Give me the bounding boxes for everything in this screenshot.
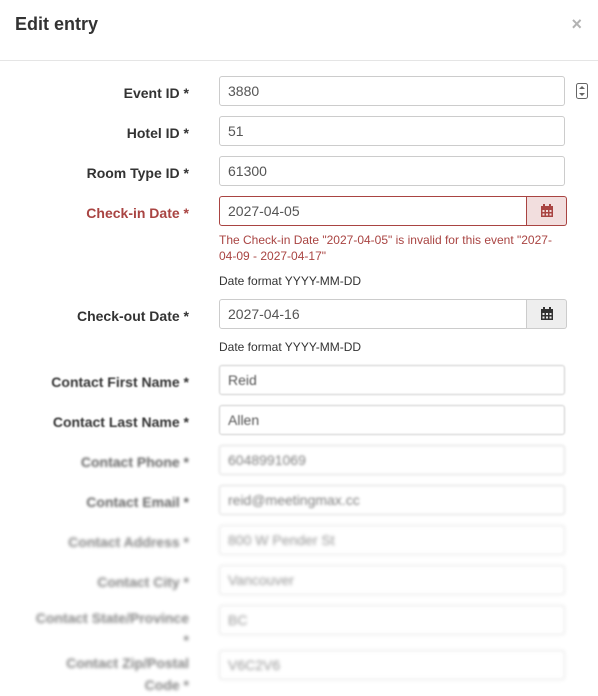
calendar-icon [540,204,553,217]
contact-city-input[interactable] [219,565,565,595]
modal-header: Edit entry × [0,0,598,61]
contact-last-name-input[interactable] [219,405,565,435]
hotel-id-input[interactable] [219,116,565,146]
room-type-id-input[interactable] [219,156,565,186]
contact-zip-input[interactable] [219,650,565,680]
contact-phone-label: Contact Phone * [80,454,189,470]
modal-title: Edit entry [15,14,99,34]
contact-address-input[interactable] [219,525,565,555]
contact-email-label: Contact Email * [86,494,189,510]
contact-first-name-input[interactable] [219,365,565,395]
contact-zip-label: Contact Zip/Postal Code * [66,655,189,693]
contact-first-name-label: Contact First Name * [51,374,189,390]
close-icon[interactable]: × [571,14,582,35]
contact-phone-input[interactable] [219,445,565,475]
event-id-label: Event ID * [123,85,189,101]
contact-address-label: Contact Address * [68,534,189,550]
checkin-date-help: Date format YYYY-MM-DD [219,274,362,288]
checkin-date-error: The Check-in Date "2027-04-05" is invali… [219,233,552,263]
hotel-id-label: Hotel ID * [126,125,189,141]
room-type-id-label: Room Type ID * [86,165,189,181]
checkin-date-label: Check-in Date * [86,205,189,221]
checkout-date-input[interactable] [219,299,527,329]
contact-last-name-label: Contact Last Name * [52,414,189,430]
checkin-date-input[interactable] [219,196,527,226]
contact-email-input[interactable] [219,485,565,515]
checkout-date-label: Check-out Date * [76,308,189,324]
number-stepper-icon[interactable] [576,83,588,104]
contact-state-label: Contact State/Province * [35,610,189,648]
contact-city-label: Contact City * [97,574,189,590]
event-id-input[interactable] [219,76,565,106]
edit-entry-modal: Edit entry × Event ID * Hotel ID * Room … [0,0,598,694]
checkin-calendar-button[interactable] [527,196,567,226]
calendar-icon [540,307,553,320]
checkout-date-help: Date format YYYY-MM-DD [219,340,362,354]
contact-state-input[interactable] [219,605,565,635]
checkout-calendar-button[interactable] [527,299,567,329]
